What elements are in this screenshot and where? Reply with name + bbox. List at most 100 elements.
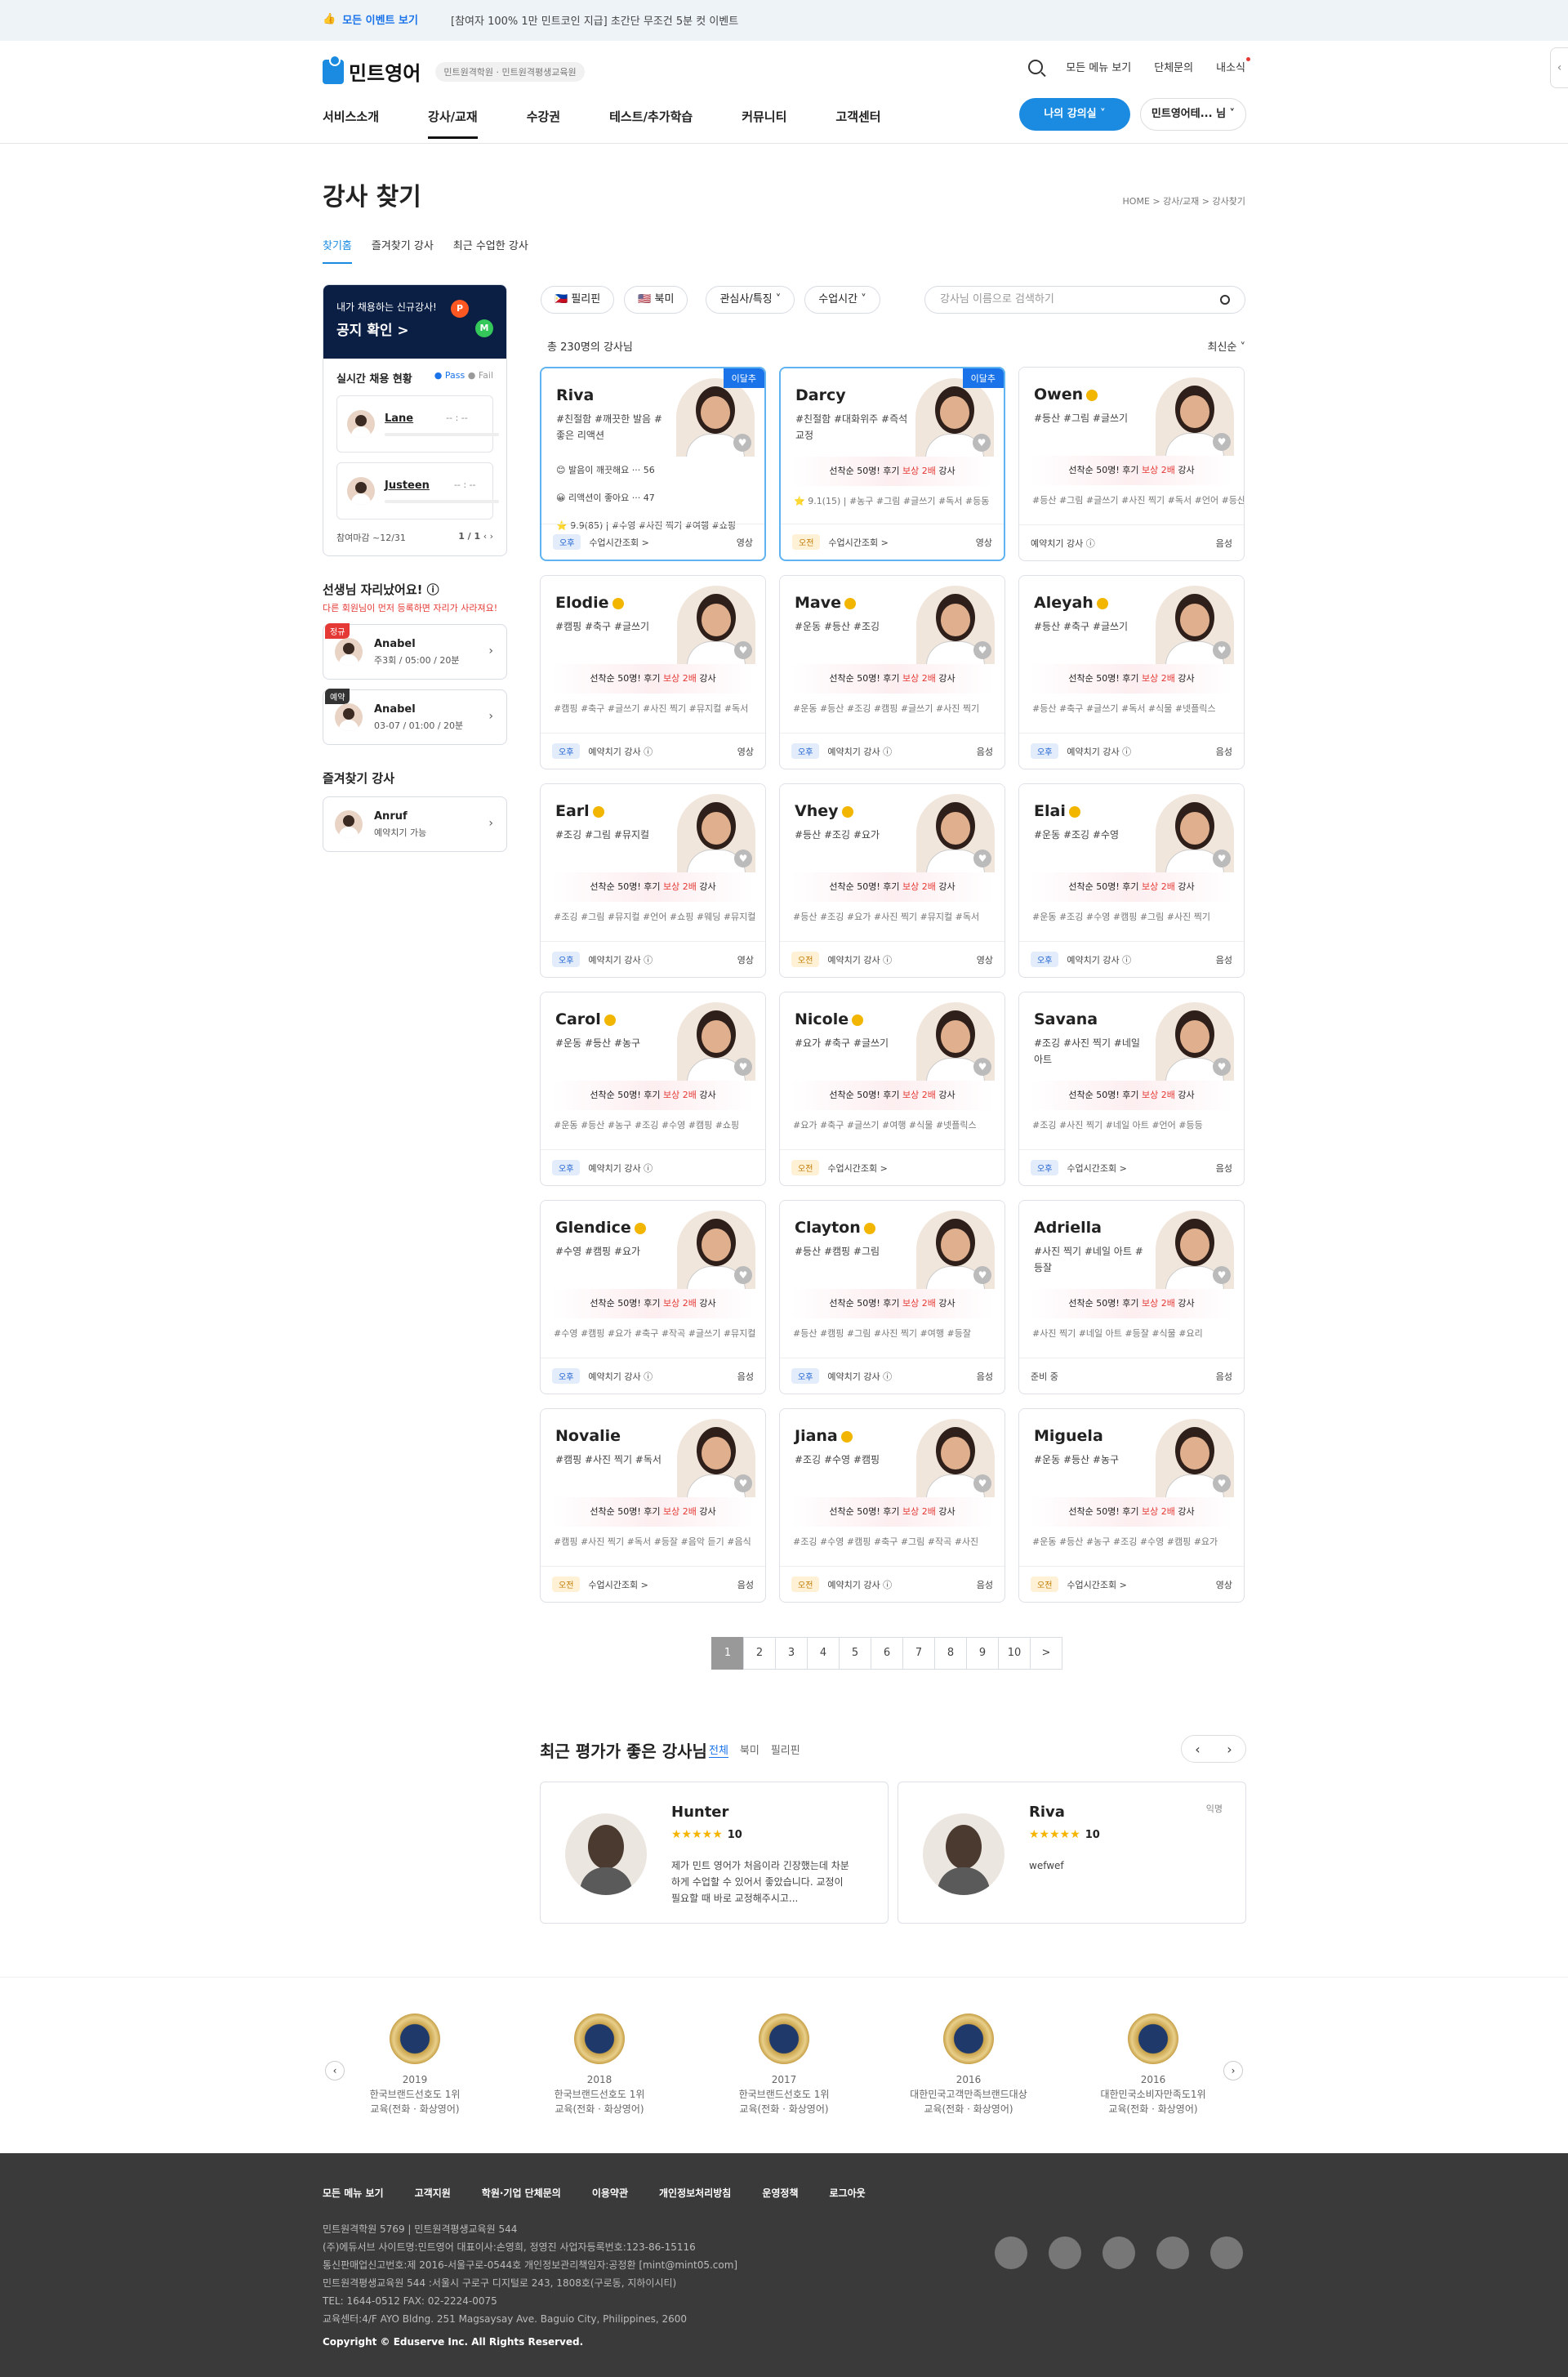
next-arrow-icon[interactable]: › (490, 531, 493, 542)
schedule-action[interactable]: 수업시간조회 > (588, 1578, 648, 1591)
tutor-card[interactable]: Savana #조깅 #사진 찍기 #네일 아트 ♥ 선착순 50명! 후기 보상 2… (1018, 992, 1245, 1186)
schedule-action[interactable]: 예약치기 강사 ⓘ (827, 745, 892, 758)
filter-interest[interactable]: 관심사/특징 ˅ (706, 286, 795, 314)
heart-icon[interactable]: ♥ (973, 1474, 991, 1492)
tutor-card[interactable]: Elodie #캠핑 #축구 #글쓰기 ♥ 선착순 50명! 후기 보상 2배 강사 #… (540, 575, 766, 769)
heart-icon[interactable]: ♥ (734, 1058, 752, 1076)
tutor-card[interactable]: Earl #조깅 #그림 #뮤지컬 ♥ 선착순 50명! 후기 보상 2배 강사 #조깅… (540, 783, 766, 978)
hire-item[interactable]: Lane -- : -- (336, 395, 499, 453)
page-button[interactable]: 4 (807, 1637, 840, 1670)
recent-tab-na[interactable]: 북미 (740, 1741, 760, 1758)
footer-link[interactable]: 로그아웃 (830, 2186, 866, 2200)
tab-recent[interactable]: 최근 수업한 강사 (453, 237, 528, 264)
schedule-action[interactable]: 예약치기 강사 ⓘ (827, 1370, 892, 1383)
nav-ticket[interactable]: 수강권 (527, 108, 560, 139)
heart-icon[interactable]: ♥ (973, 850, 991, 867)
schedule-action[interactable]: 예약치기 강사 ⓘ (588, 1162, 653, 1175)
schedule-action[interactable]: 예약치기 강사 ⓘ (1067, 953, 1131, 966)
slot-card[interactable]: 예약 Anabel 03-07 / 01:00 / 20분 › (323, 689, 507, 745)
nav-support[interactable]: 고객센터 (835, 108, 880, 139)
event-link[interactable]: 👍 모든 이벤트 보기 (323, 11, 418, 27)
search-icon[interactable] (1220, 295, 1230, 305)
event-notice[interactable]: [참여자 100% 1만 민트코인 지급] 초간단 무조건 5분 컷 이벤트 (451, 12, 738, 28)
tutor-card[interactable]: Owen #등산 #그림 #글쓰기 ♥ 선착순 50명! 후기 보상 2배 강사 #등산… (1018, 367, 1245, 561)
heart-icon[interactable]: ♥ (1213, 1266, 1231, 1284)
footer-link[interactable]: 고객지원 (415, 2186, 451, 2200)
schedule-action[interactable]: 예약치기 강사 ⓘ (1031, 537, 1095, 550)
page-button[interactable]: 2 (743, 1637, 776, 1670)
nav-community[interactable]: 커뮤니티 (742, 108, 786, 139)
nav-test[interactable]: 테스트/추가학습 (609, 108, 693, 139)
tutor-card[interactable]: Clayton #등산 #캠핑 #그림 ♥ 선착순 50명! 후기 보상 2배 강사 #… (779, 1200, 1005, 1394)
heart-icon[interactable]: ♥ (973, 1058, 991, 1076)
nav-service[interactable]: 서비스소개 (323, 108, 379, 139)
filter-philippines[interactable]: 🇵🇭 필리핀 (541, 286, 615, 314)
tutor-card[interactable]: Adriella #사진 찍기 #네일 아트 #등잘 ♥ 선착순 50명! 후기 보상… (1018, 1200, 1245, 1394)
logo[interactable]: 민트영어 민트원격학원 · 민트원격평생교육원 (323, 54, 585, 86)
tutor-card[interactable]: Elai #운동 #조깅 #수영 ♥ 선착순 50명! 후기 보상 2배 강사 #운동 … (1018, 783, 1245, 978)
sort-select[interactable]: 최신순 ˅ (1207, 338, 1245, 354)
schedule-action[interactable]: 준비 중 (1031, 1370, 1058, 1383)
schedule-action[interactable]: 예약치기 강사 ⓘ (827, 1578, 892, 1591)
schedule-action[interactable]: 수업시간조회 > (827, 1162, 887, 1175)
schedule-action[interactable]: 예약치기 강사 ⓘ (588, 953, 653, 966)
schedule-action[interactable]: 예약치기 강사 ⓘ (588, 1370, 653, 1383)
schedule-action[interactable]: 수업시간조회 > (1067, 1578, 1126, 1591)
schedule-action[interactable]: 수업시간조회 > (1067, 1162, 1126, 1175)
heart-icon[interactable]: ♥ (973, 434, 991, 452)
schedule-action[interactable]: 예약치기 강사 ⓘ (827, 953, 892, 966)
heart-icon[interactable]: ♥ (1213, 433, 1231, 451)
tab-favorites[interactable]: 즐겨찾기 강사 (372, 237, 434, 264)
page-button[interactable]: 1 (711, 1637, 744, 1670)
tutor-card[interactable]: Nicole #요가 #축구 #글쓰기 ♥ 선착순 50명! 후기 보상 2배 강사 #… (779, 992, 1005, 1186)
my-news-link[interactable]: 내소식 (1216, 57, 1250, 74)
footer-link[interactable]: 이용약관 (592, 2186, 628, 2200)
pager-next-icon[interactable]: > (1030, 1637, 1062, 1670)
heart-icon[interactable]: ♥ (734, 641, 752, 659)
page-button[interactable]: 7 (902, 1637, 935, 1670)
slot-card[interactable]: 정규 Anabel 주3회 / 05:00 / 20분 › (323, 623, 507, 680)
recent-tab-ph[interactable]: 필리핀 (771, 1741, 800, 1758)
search-icon[interactable] (1028, 59, 1044, 74)
schedule-action[interactable]: 수업시간조회 > (828, 536, 888, 549)
all-menu-link[interactable]: 모든 메뉴 보기 (1066, 59, 1131, 74)
filter-time[interactable]: 수업시간 ˅ (804, 286, 880, 314)
heart-icon[interactable]: ♥ (1213, 1474, 1231, 1492)
footer-link[interactable]: 모든 메뉴 보기 (323, 2186, 384, 2200)
notice-banner[interactable]: 내가 채용하는 신규강사! 공지 확인 > P M (323, 285, 506, 359)
schedule-action[interactable]: 수업시간조회 > (589, 536, 648, 549)
prev-arrow-icon[interactable]: ‹ (483, 531, 487, 542)
tutor-card[interactable]: Glendice #수영 #캠핑 #요가 ♥ 선착순 50명! 후기 보상 2배 강사… (540, 1200, 766, 1394)
heart-icon[interactable]: ♥ (734, 1474, 752, 1492)
schedule-action[interactable]: 예약치기 강사 ⓘ (1067, 745, 1131, 758)
heart-icon[interactable]: ♥ (973, 641, 991, 659)
footer-link[interactable]: 학원·기업 단체문의 (482, 2186, 561, 2200)
tab-find-home[interactable]: 찾기홈 (323, 237, 352, 264)
page-button[interactable]: 3 (775, 1637, 808, 1670)
footer-link[interactable]: 개인정보처리방침 (659, 2186, 731, 2200)
heart-icon[interactable]: ♥ (733, 434, 751, 452)
heart-icon[interactable]: ♥ (1213, 850, 1231, 867)
page-button[interactable]: 8 (934, 1637, 967, 1670)
heart-icon[interactable]: ♥ (734, 850, 752, 867)
user-menu-button[interactable]: 민트영어테... 님 ˅ (1140, 98, 1246, 131)
review-card[interactable]: 익명 Riva ★★★★★ 10 wefwef (898, 1782, 1246, 1924)
tutor-card[interactable]: Carol #운동 #등산 #농구 ♥ 선착순 50명! 후기 보상 2배 강사 #운동… (540, 992, 766, 1186)
tutor-card[interactable]: Miguela #운동 #등산 #농구 ♥ 선착순 50명! 후기 보상 2배 강사 #… (1018, 1408, 1245, 1603)
footer-link[interactable]: 운영정책 (762, 2186, 798, 2200)
fav-card[interactable]: Anruf 예약치기 가능 › (323, 796, 507, 852)
page-button[interactable]: 5 (839, 1637, 871, 1670)
tutor-card[interactable]: Mave #운동 #등산 #조깅 ♥ 선착순 50명! 후기 보상 2배 강사 #운동 … (779, 575, 1005, 769)
chevron-left-icon[interactable]: ‹ (1195, 1741, 1200, 1757)
tutor-card[interactable]: Darcy #친절함 #대화위주 #즉석교정 ♥ 이달추 선착순 50명! 후기 보상 … (779, 367, 1005, 561)
tutor-search-input[interactable]: 강사님 이름으로 검색하기 (924, 286, 1245, 314)
heart-icon[interactable]: ♥ (1213, 1058, 1231, 1076)
tutor-card[interactable]: Riva #친절함 #깨끗한 발음 #좋은 리액션 ♥ 이달추 😊 발음이 깨끗해요 ·… (540, 367, 766, 561)
heart-icon[interactable]: ♥ (1213, 641, 1231, 659)
my-classroom-button[interactable]: 나의 강의실 ˅ (1019, 98, 1130, 131)
chevron-right-icon[interactable]: › (1227, 1741, 1232, 1757)
heart-icon[interactable]: ♥ (973, 1266, 991, 1284)
tutor-card[interactable]: Vhey #등산 #조깅 #요가 ♥ 선착순 50명! 후기 보상 2배 강사 #등산 … (779, 783, 1005, 978)
filter-north-america[interactable]: 🇺🇸 북미 (624, 286, 688, 314)
page-button[interactable]: 9 (966, 1637, 999, 1670)
